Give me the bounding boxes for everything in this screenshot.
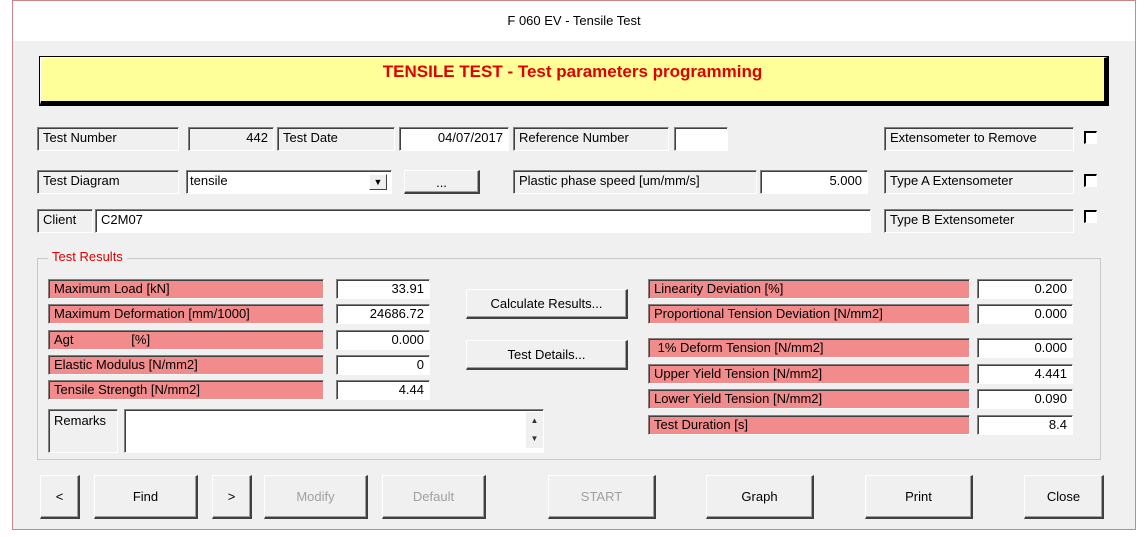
result-label-elastic-modulus: Elastic Modulus [N/mm2] — [48, 355, 324, 375]
result-value-upper-yield-tension: 4.441 — [977, 364, 1073, 384]
test-number-label: Test Number — [37, 127, 179, 151]
extensometer-b-label: Type B Extensometer — [884, 209, 1074, 233]
test-diagram-select[interactable]: tensile — [186, 170, 392, 194]
chevron-down-icon[interactable]: ▼ — [369, 174, 387, 190]
close-button[interactable]: Close — [1024, 475, 1104, 519]
result-value-lower-yield-tension: 0.090 — [977, 389, 1073, 409]
result-label-agt: Agt [%] — [48, 330, 324, 350]
result-value-max-load: 33.91 — [336, 279, 430, 299]
result-value-1pct-deform-tension: 0.000 — [977, 338, 1073, 358]
window-title: F 060 EV - Tensile Test — [13, 1, 1135, 41]
previous-record-button[interactable]: < — [40, 475, 80, 519]
scroll-up-icon[interactable]: ▲ — [526, 412, 543, 430]
plastic-speed-label: Plastic phase speed [um/mm/s] — [513, 170, 757, 194]
result-label-test-duration: Test Duration [s] — [648, 415, 970, 435]
next-record-button[interactable]: > — [212, 475, 252, 519]
start-button[interactable]: START — [548, 475, 656, 519]
extensometer-b-checkbox[interactable] — [1084, 210, 1097, 223]
plastic-speed-field[interactable]: 5.000 — [760, 170, 868, 194]
test-diagram-value: tensile — [190, 173, 228, 188]
result-value-elastic-modulus: 0 — [336, 355, 430, 375]
test-number-field: 442 — [188, 127, 274, 151]
remarks-field[interactable] — [124, 409, 544, 453]
test-details-button[interactable]: Test Details... — [466, 340, 628, 370]
result-label-max-deformation: Maximum Deformation [mm/1000] — [48, 304, 324, 324]
page-banner: TENSILE TEST - Test parameters programmi… — [40, 57, 1108, 105]
extensometer-a-checkbox[interactable] — [1084, 174, 1097, 187]
modify-button[interactable]: Modify — [264, 475, 368, 519]
print-button[interactable]: Print — [865, 475, 973, 519]
result-label-upper-yield-tension: Upper Yield Tension [N/mm2] — [648, 364, 970, 384]
result-value-max-deformation: 24686.72 — [336, 304, 430, 324]
result-label-proportional-tension-deviation: Proportional Tension Deviation [N/mm2] — [648, 304, 970, 324]
find-button[interactable]: Find — [94, 475, 198, 519]
result-label-max-load: Maximum Load [kN] — [48, 279, 324, 299]
result-value-tensile-strength: 4.44 — [336, 380, 430, 400]
extensometer-remove-checkbox[interactable] — [1084, 131, 1097, 144]
result-value-proportional-tension-deviation: 0.000 — [977, 304, 1073, 324]
result-value-test-duration: 8.4 — [977, 415, 1073, 435]
extensometer-a-label: Type A Extensometer — [884, 170, 1074, 194]
result-label-tensile-strength: Tensile Strength [N/mm2] — [48, 380, 324, 400]
client-label: Client — [37, 209, 93, 233]
result-label-lower-yield-tension: Lower Yield Tension [N/mm2] — [648, 389, 970, 409]
browse-diagram-button[interactable]: ... — [404, 170, 480, 194]
default-button[interactable]: Default — [382, 475, 486, 519]
test-date-field[interactable]: 04/07/2017 — [399, 127, 509, 151]
result-label-linearity-deviation: Linearity Deviation [%] — [648, 279, 970, 299]
reference-number-label: Reference Number — [513, 127, 669, 151]
calculate-results-button[interactable]: Calculate Results... — [466, 289, 628, 319]
result-value-agt: 0.000 — [336, 330, 430, 350]
result-label-1pct-deform-tension: 1% Deform Tension [N/mm2] — [648, 338, 970, 358]
remarks-label: Remarks — [48, 409, 118, 453]
result-value-linearity-deviation: 0.200 — [977, 279, 1073, 299]
graph-button[interactable]: Graph — [706, 475, 814, 519]
extensometer-remove-label: Extensometer to Remove — [884, 127, 1074, 151]
scroll-down-icon[interactable]: ▼ — [526, 430, 543, 448]
test-results-title: Test Results — [48, 248, 127, 266]
client-field[interactable]: C2M07 — [95, 209, 871, 233]
test-diagram-label: Test Diagram — [37, 170, 179, 194]
test-date-label: Test Date — [277, 127, 395, 151]
reference-number-field[interactable] — [674, 127, 728, 151]
